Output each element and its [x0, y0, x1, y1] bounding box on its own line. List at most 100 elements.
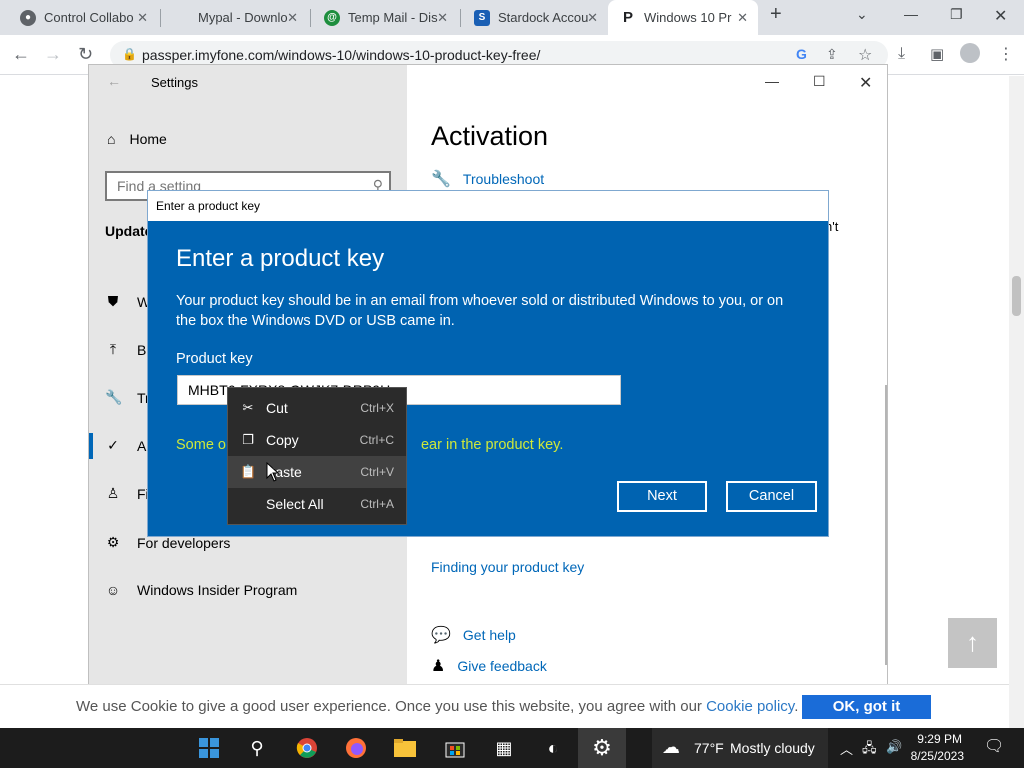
person-icon: ♙ — [106, 485, 120, 501]
paste-icon: 📋 — [240, 464, 257, 479]
chevron-down-icon[interactable]: ⌄ — [856, 6, 868, 23]
cookie-policy-link[interactable]: Cookie policy — [706, 698, 794, 715]
cookie-text: We use Cookie to give a good user experi… — [76, 698, 799, 715]
scissors-icon: ✂ — [242, 400, 254, 415]
wrench-icon: 🔧 — [105, 389, 123, 405]
insider-cat-icon: ☺ — [105, 582, 121, 598]
nav-find-my-device[interactable]: ♙ Fi — [105, 485, 149, 502]
profile-avatar[interactable] — [960, 43, 980, 63]
context-menu: ✂ Cut Ctrl+X ❐ Copy Ctrl+C 📋 Paste Ctrl+… — [227, 387, 407, 525]
share-icon[interactable]: ⇪ — [826, 46, 838, 63]
settings-title: Settings — [151, 75, 198, 90]
tab-separator — [460, 9, 461, 27]
troubleshoot-link[interactable]: 🔧 Troubleshoot — [431, 169, 544, 189]
minimize-icon[interactable]: — — [904, 6, 918, 22]
tempmail-icon: @ — [324, 9, 340, 26]
feedback-icon: ♟ — [431, 658, 446, 675]
dialog-description: Your product key should be in an email f… — [176, 293, 784, 329]
download-icon[interactable]: ⤓ — [898, 45, 905, 63]
dialog-heading: Enter a product key — [176, 245, 385, 272]
tab-control-collabo[interactable]: ● Control Collabo ✕ — [8, 0, 158, 35]
clock-date[interactable]: 8/25/2023 — [904, 749, 964, 763]
menu-item-copy[interactable]: ❐ Copy Ctrl+C — [228, 424, 406, 456]
close-icon[interactable]: ✕ — [587, 10, 598, 26]
cookie-accept-button[interactable]: OK, got it — [802, 695, 931, 719]
close-icon[interactable]: ✕ — [437, 10, 448, 26]
tab-stardock[interactable]: S Stardock Accou ✕ — [462, 0, 608, 35]
tab-temp-mail[interactable]: @ Temp Mail - Dis ✕ — [312, 0, 458, 35]
google-icon[interactable]: G — [796, 46, 807, 62]
reload-icon[interactable]: ↻ — [78, 44, 93, 65]
arrow-up-icon: ↑ — [966, 627, 979, 657]
windows-start-icon[interactable] — [195, 734, 223, 762]
file-explorer-icon[interactable] — [391, 734, 419, 762]
backup-icon: ⤒ — [109, 341, 117, 357]
section-title: Update — [105, 223, 153, 239]
menu-item-cut[interactable]: ✂ Cut Ctrl+X — [228, 392, 406, 424]
menu-item-select-all[interactable]: Select All Ctrl+A — [228, 488, 406, 520]
pane-scrollbar[interactable] — [885, 385, 887, 665]
back-arrow-icon[interactable]: ← — [12, 44, 30, 65]
stardock-icon: S — [474, 9, 490, 26]
url-text[interactable]: passper.imyfone.com/windows-10/windows-1… — [142, 47, 540, 63]
nav-troubleshoot[interactable]: 🔧 Tr — [105, 389, 150, 406]
developer-icon: ⚙ — [106, 534, 120, 550]
windows-taskbar: ⚲ ▦ ◐ ⚙ ☁ 77°F Mostly cloudy ︿ 🖧 🔊 9:29 … — [0, 728, 1024, 768]
menu-item-paste[interactable]: 📋 Paste Ctrl+V — [228, 456, 406, 488]
dialog-titlebar: Enter a product key — [148, 191, 828, 221]
menu-dots-icon[interactable]: ⋮ — [998, 44, 1014, 64]
product-key-label: Product key — [176, 351, 253, 367]
store-icon[interactable] — [441, 734, 469, 762]
settings-gear-icon[interactable]: ⚙ — [588, 734, 616, 762]
close-window-icon[interactable]: ✕ — [859, 73, 872, 93]
new-tab-icon[interactable]: + — [770, 3, 782, 26]
restore-icon[interactable]: ❐ — [950, 6, 963, 23]
maximize-icon[interactable]: ☐ — [813, 73, 826, 90]
back-arrow-icon[interactable]: ← — [107, 73, 121, 89]
nav-windows-security[interactable]: ⛊ W — [105, 293, 150, 310]
forward-arrow-icon[interactable]: → — [44, 44, 62, 65]
clock-time[interactable]: 9:29 PM — [914, 732, 962, 746]
copy-icon: ❐ — [242, 432, 254, 447]
get-help-link[interactable]: 💬 Get help — [431, 625, 516, 645]
tab-windows-10[interactable]: P Windows 10 Pr ✕ — [608, 0, 758, 35]
cookie-banner: We use Cookie to give a good user experi… — [0, 684, 1009, 728]
back-to-top-button[interactable]: ↑ — [948, 618, 997, 668]
steam-icon: ● — [20, 9, 36, 26]
tab-mypal[interactable]: Mypal - Downlo ✕ — [162, 0, 308, 35]
close-icon[interactable]: ✕ — [287, 10, 298, 26]
volume-icon[interactable]: 🔊 — [886, 739, 902, 755]
browser-tab-strip: ● Control Collabo ✕ Mypal - Downlo ✕ @ T… — [0, 0, 1024, 35]
photos-icon[interactable]: ◐ — [539, 734, 567, 762]
close-icon[interactable]: ✕ — [137, 10, 148, 26]
nav-windows-insider[interactable]: ☺ Windows Insider Program — [105, 582, 297, 598]
help-chat-icon: 💬 — [431, 627, 451, 644]
side-panel-icon[interactable]: ▣ — [930, 45, 944, 63]
star-icon[interactable]: ☆ — [858, 45, 872, 65]
tab-separator — [310, 9, 311, 27]
search-icon[interactable]: ⚲ — [243, 734, 271, 762]
weather-widget[interactable]: ☁ 77°F Mostly cloudy — [652, 728, 828, 768]
cancel-button[interactable]: Cancel — [726, 481, 817, 512]
page-scrollbar[interactable] — [1009, 76, 1024, 728]
chrome-icon[interactable] — [293, 734, 321, 762]
close-window-icon[interactable]: ✕ — [994, 6, 1007, 26]
tab-separator — [160, 9, 161, 27]
close-icon[interactable]: ✕ — [737, 10, 748, 26]
minimize-icon[interactable]: — — [765, 73, 779, 89]
page-title: Activation — [431, 121, 549, 151]
calendar-icon[interactable]: ▦ — [490, 734, 518, 762]
network-icon[interactable]: 🖧 — [862, 739, 877, 761]
passper-icon: P — [622, 9, 633, 26]
scrollbar-thumb[interactable] — [1012, 276, 1021, 316]
notification-icon[interactable]: 🗨 — [984, 736, 1004, 756]
cloudy-weather-icon: ☁ — [662, 737, 680, 757]
finding-product-key-link[interactable]: Finding your product key — [431, 559, 584, 575]
firefox-icon[interactable] — [342, 734, 370, 762]
mouse-cursor-icon — [266, 462, 280, 482]
nav-home[interactable]: ⌂ Home — [107, 131, 167, 147]
next-button[interactable]: Next — [617, 481, 707, 512]
chevron-up-icon[interactable]: ︿ — [840, 739, 853, 758]
give-feedback-link[interactable]: ♟ Give feedback — [431, 656, 547, 676]
wrench-icon: 🔧 — [431, 171, 451, 188]
